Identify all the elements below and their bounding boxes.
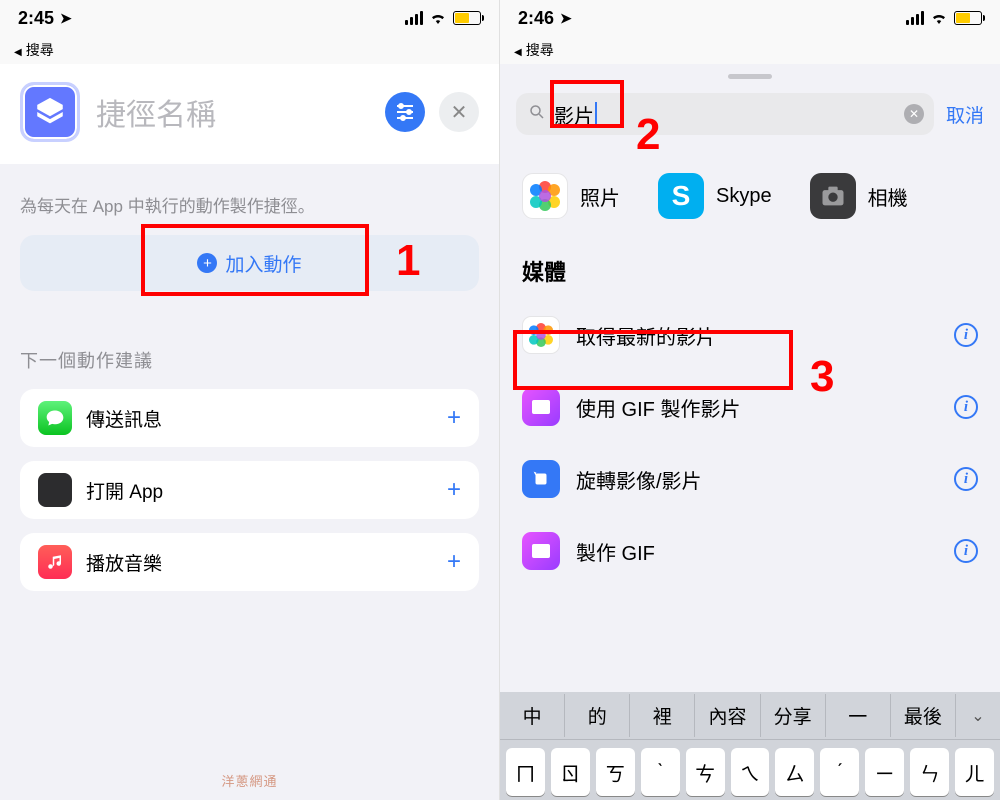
gif-icon	[522, 532, 560, 570]
key[interactable]: ㄎ	[596, 748, 635, 796]
battery-icon	[453, 11, 481, 25]
clear-search-button[interactable]: ✕	[904, 104, 924, 124]
app-chip-camera[interactable]: 相機	[810, 173, 908, 219]
cancel-button[interactable]: 取消	[946, 101, 984, 128]
search-input[interactable]: 影片 ✕	[516, 93, 934, 135]
app-chip-skype[interactable]: S Skype	[658, 173, 772, 219]
add-icon[interactable]: +	[447, 548, 461, 576]
key[interactable]: ㄣ	[910, 748, 949, 796]
signal-icon	[405, 11, 423, 25]
suggestion-send-message[interactable]: 傳送訊息 +	[20, 389, 479, 447]
status-time: 2:46	[518, 8, 554, 29]
add-icon[interactable]: +	[447, 404, 461, 432]
kb-suggestion[interactable]: 最後	[891, 694, 956, 737]
kb-suggestion[interactable]: 裡	[630, 694, 695, 737]
shortcut-app-icon[interactable]	[20, 82, 80, 142]
text-cursor	[595, 102, 597, 126]
photos-icon	[522, 173, 568, 219]
plus-icon: +	[197, 253, 217, 273]
gif-icon	[522, 388, 560, 426]
location-icon: ➤	[60, 10, 72, 27]
sheet-grabber[interactable]	[728, 74, 772, 79]
shortcut-header: 捷徑名稱 ✕	[0, 64, 499, 164]
battery-icon	[954, 11, 982, 25]
app-chip-photos[interactable]: 照片	[522, 173, 620, 219]
music-icon	[38, 545, 72, 579]
location-icon: ➤	[560, 10, 572, 27]
kb-suggestion[interactable]: 一	[826, 694, 891, 737]
info-button[interactable]: i	[954, 539, 978, 563]
wifi-icon	[429, 11, 447, 25]
keyboard-suggestions: 中 的 裡 內容 分享 一 最後 ⌄	[500, 692, 1000, 740]
signal-icon	[906, 11, 924, 25]
back-to-search[interactable]: 搜尋	[0, 36, 499, 64]
key[interactable]: ㄟ	[731, 748, 770, 796]
info-button[interactable]: i	[954, 467, 978, 491]
media-item-label: 取得最新的影片	[576, 321, 716, 350]
kb-suggestion[interactable]: 分享	[761, 694, 826, 737]
app-shortcuts-row: 照片 S Skype 相機	[500, 135, 1000, 245]
settings-button[interactable]	[385, 92, 425, 132]
back-to-search[interactable]: 搜尋	[500, 36, 1000, 64]
search-value: 影片	[554, 100, 594, 129]
editor-description: 為每天在 App 中執行的動作製作捷徑。	[20, 192, 479, 217]
panel-shortcut-editor: 2:45 ➤ 搜尋 捷徑名稱 ✕ 為每天在 App 中執行的動作製作捷徑。 +	[0, 0, 500, 800]
key[interactable]: ㄖ	[551, 748, 590, 796]
media-item-rotate[interactable]: 旋轉影像/影片 i	[500, 443, 1000, 515]
apps-grid-icon	[38, 473, 72, 507]
key[interactable]: ˊ	[820, 748, 859, 796]
panel-action-search: 2:46 ➤ 搜尋 影片 ✕ 取消	[500, 0, 1000, 800]
chip-label: Skype	[716, 185, 772, 208]
suggestions-title: 下一個動作建議	[20, 347, 479, 373]
status-bar: 2:46 ➤	[500, 0, 1000, 36]
rotate-icon	[522, 460, 560, 498]
messages-icon	[38, 401, 72, 435]
key[interactable]: ˋ	[641, 748, 680, 796]
suggestion-label: 傳送訊息	[86, 405, 162, 432]
search-icon	[528, 103, 546, 126]
skype-icon: S	[658, 173, 704, 219]
key[interactable]: ㄧ	[865, 748, 904, 796]
media-item-label: 製作 GIF	[576, 537, 655, 566]
kb-suggestion[interactable]: 內容	[695, 694, 760, 737]
media-item-label: 使用 GIF 製作影片	[576, 393, 740, 422]
key[interactable]: ㄙ	[775, 748, 814, 796]
suggestion-label: 打開 App	[86, 477, 163, 504]
media-item-gif-to-video[interactable]: 使用 GIF 製作影片 i	[500, 371, 1000, 443]
suggestion-open-app[interactable]: 打開 App +	[20, 461, 479, 519]
keyboard-row: ㄇ ㄖ ㄎ ˋ ㄘ ㄟ ㄙ ˊ ㄧ ㄣ ㄦ	[500, 740, 1000, 800]
camera-icon	[810, 173, 856, 219]
media-item-label: 旋轉影像/影片	[576, 465, 702, 494]
suggestion-play-music[interactable]: 播放音樂 +	[20, 533, 479, 591]
key[interactable]: ㄇ	[506, 748, 545, 796]
suggestion-label: 播放音樂	[86, 549, 162, 576]
add-icon[interactable]: +	[447, 476, 461, 504]
chip-label: 照片	[580, 182, 620, 211]
keyboard: 中 的 裡 內容 分享 一 最後 ⌄ ㄇ ㄖ ㄎ ˋ ㄘ ㄟ ㄙ ˊ ㄧ ㄣ ㄦ	[500, 692, 1000, 800]
media-item-make-gif[interactable]: 製作 GIF i	[500, 515, 1000, 587]
section-title-media: 媒體	[500, 245, 1000, 299]
key[interactable]: ㄘ	[686, 748, 725, 796]
media-item-get-latest-video[interactable]: 取得最新的影片 i	[500, 299, 1000, 371]
add-action-button[interactable]: + 加入動作	[20, 235, 479, 291]
kb-suggestion[interactable]: 中	[500, 694, 565, 737]
add-action-label: 加入動作	[225, 250, 301, 277]
photos-icon	[522, 316, 560, 354]
sliders-icon	[393, 100, 417, 124]
shortcut-name-input[interactable]: 捷徑名稱	[96, 90, 385, 134]
wifi-icon	[930, 11, 948, 25]
status-time: 2:45	[18, 8, 54, 29]
close-button[interactable]: ✕	[439, 92, 479, 132]
kb-suggestion[interactable]: 的	[565, 694, 630, 737]
status-bar: 2:45 ➤	[0, 0, 499, 36]
watermark: 洋蔥網通	[221, 771, 277, 790]
chip-label: 相機	[868, 182, 908, 211]
info-button[interactable]: i	[954, 395, 978, 419]
key[interactable]: ㄦ	[955, 748, 994, 796]
info-button[interactable]: i	[954, 323, 978, 347]
chevron-down-icon[interactable]: ⌄	[956, 698, 1000, 734]
